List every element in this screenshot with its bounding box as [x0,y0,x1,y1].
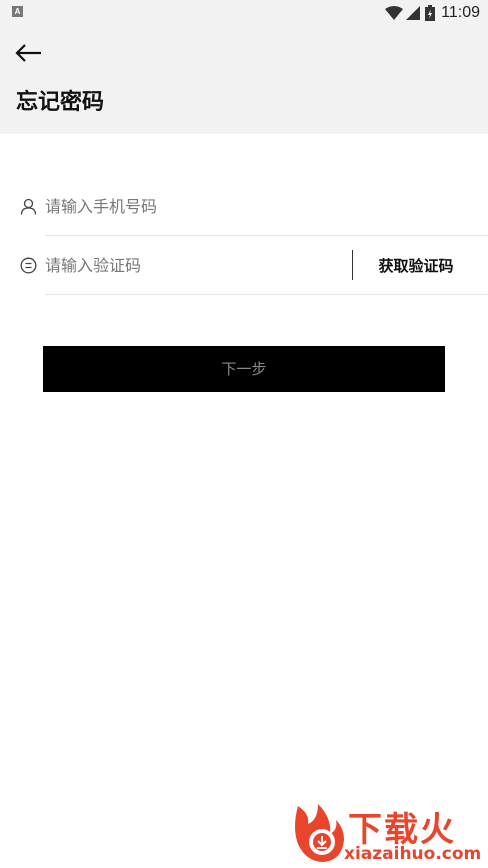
get-code-button[interactable]: 获取验证码 [360,251,472,281]
notification-app-icon: A [12,6,23,17]
verification-code-icon [20,257,37,274]
next-button[interactable]: 下一步 [43,346,445,392]
code-row: 获取验证码 [0,236,488,295]
watermark-logo: 下载火 xiazaihuo.com [288,800,488,868]
header: 忘记密码 [0,26,488,134]
flame-logo-icon [295,804,344,862]
phone-input[interactable] [45,191,335,221]
wifi-icon [385,6,404,20]
watermark-domain: xiazaihuo.com [344,844,482,864]
page-title: 忘记密码 [16,90,105,115]
phone-row [0,177,488,236]
forgot-password-screen: A 11:09 忘记密码 请输入手机号码 请输入验证码 获取验证码 下一步 下载… [0,0,488,868]
status-indicators: 11:09 [385,3,480,23]
battery-icon [425,5,436,21]
back-arrow-icon [15,44,41,62]
status-time: 11:09 [441,4,480,21]
code-row-divider [45,294,488,295]
user-icon [20,198,37,215]
status-bar: A 11:09 [0,0,488,26]
code-input[interactable] [45,250,345,280]
back-button[interactable] [14,40,44,66]
signal-icon [406,6,421,20]
code-separator [352,250,353,280]
